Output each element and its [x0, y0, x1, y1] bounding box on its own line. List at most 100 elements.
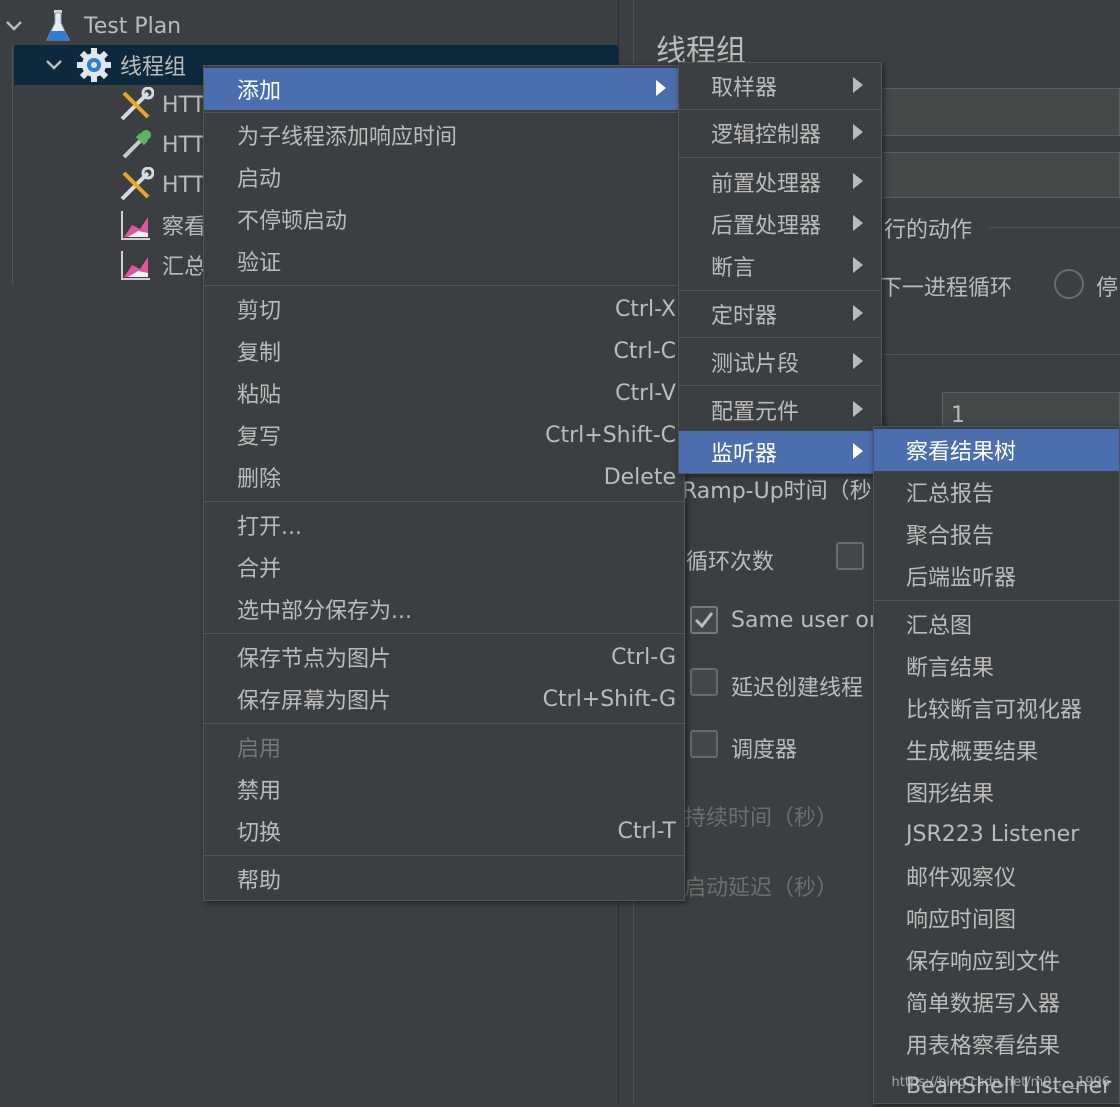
submenu-item-assertion[interactable]: 断言 — [679, 245, 881, 287]
menu-item-save-screen-image[interactable]: 保存屏幕为图片 Ctrl+Shift-G — [204, 678, 684, 720]
tree-node-test-plan[interactable]: Test Plan — [0, 6, 618, 46]
menu-item-label: 删除 — [237, 467, 282, 492]
submenu-item-test-fragment[interactable]: 测试片段 — [679, 341, 881, 383]
listener-item-summary-report[interactable]: 汇总报告 — [874, 471, 1119, 513]
submenu-item-sampler[interactable]: 取样器 — [679, 65, 881, 107]
menu-item-label: 添加 — [237, 79, 282, 104]
menu-item-paste[interactable]: 粘贴 Ctrl-V — [204, 372, 684, 414]
add-submenu: 取样器 逻辑控制器 前置处理器 后置处理器 断言 定时器 测试片段 配置元件 监… — [678, 62, 882, 474]
menu-item-duplicate[interactable]: 复写 Ctrl+Shift-C — [204, 414, 684, 456]
menu-item-validate[interactable]: 验证 — [204, 240, 684, 282]
listener-item-backend-listener[interactable]: 后端监听器 — [874, 555, 1119, 597]
submenu-item-post-processor[interactable]: 后置处理器 — [679, 203, 881, 245]
menu-item-start[interactable]: 启动 — [204, 156, 684, 198]
menu-item-label: 后端监听器 — [906, 566, 1017, 591]
chevron-down-icon[interactable] — [4, 16, 24, 36]
checkmark-icon — [694, 612, 714, 629]
menu-item-label: 打开... — [237, 515, 302, 540]
context-menu: 添加 为子线程添加响应时间 启动 不停顿启动 验证 剪切 Ctrl-X 复制 Ctr… — [203, 65, 685, 901]
menu-item-label: 邮件观察仪 — [906, 866, 1017, 891]
menu-item-label: 启动 — [237, 167, 282, 192]
submenu-arrow-icon — [853, 305, 863, 321]
submenu-item-config-element[interactable]: 配置元件 — [679, 389, 881, 431]
menu-item-help[interactable]: 帮助 — [204, 858, 684, 900]
menu-item-label: 为子线程添加响应时间 — [237, 125, 458, 150]
submenu-item-listener[interactable]: 监听器 — [679, 431, 881, 473]
tree-node-http-sampler-3[interactable]: HTT — [118, 165, 205, 205]
menu-item-disable[interactable]: 禁用 — [204, 768, 684, 810]
tree-node-summary[interactable]: 汇总 — [118, 245, 206, 285]
same-user-checkbox[interactable] — [690, 606, 718, 634]
submenu-item-pre-processor[interactable]: 前置处理器 — [679, 161, 881, 203]
listener-item-aggregate-report[interactable]: 聚合报告 — [874, 513, 1119, 555]
menu-item-label: 复写 — [237, 425, 282, 450]
listener-item-jsr223[interactable]: JSR223 Listener — [874, 813, 1119, 855]
menu-item-cut[interactable]: 剪切 Ctrl-X — [204, 288, 684, 330]
menu-item-label: 汇总报告 — [906, 482, 995, 507]
menu-item-label: 图形结果 — [906, 782, 995, 807]
scheduler-checkbox[interactable] — [690, 730, 718, 758]
menu-item-label: 响应时间图 — [906, 908, 1017, 933]
menu-separator — [204, 285, 684, 286]
infinite-loop-checkbox[interactable] — [836, 542, 864, 570]
menu-item-open[interactable]: 打开... — [204, 504, 684, 546]
menu-item-start-no-pause[interactable]: 不停顿启动 — [204, 198, 684, 240]
tree-node-http-sampler-1[interactable]: HTT — [118, 85, 205, 125]
menu-item-label: 保存屏幕为图片 — [237, 689, 392, 714]
submenu-arrow-icon — [853, 77, 863, 93]
listener-item-mailer[interactable]: 邮件观察仪 — [874, 855, 1119, 897]
submenu-item-logic-controller[interactable]: 逻辑控制器 — [679, 112, 881, 154]
menu-item-shortcut: Delete — [603, 464, 676, 490]
menu-item-toggle[interactable]: 切换 Ctrl-T — [204, 810, 684, 852]
menu-item-copy[interactable]: 复制 Ctrl-C — [204, 330, 684, 372]
tree-guide-line — [12, 44, 13, 284]
chevron-down-icon[interactable] — [44, 55, 64, 75]
listener-item-view-results-table[interactable]: 用表格察看结果 — [874, 1023, 1119, 1065]
listener-item-graph-results[interactable]: 图形结果 — [874, 771, 1119, 813]
menu-item-label: 前置处理器 — [711, 172, 822, 197]
menu-item-label: 定时器 — [711, 304, 778, 329]
menu-item-label: 测试片段 — [711, 352, 800, 377]
delay-thread-checkbox[interactable] — [690, 668, 718, 696]
menu-item-label: 后置处理器 — [711, 214, 822, 239]
menu-item-save-node-image[interactable]: 保存节点为图片 Ctrl-G — [204, 636, 684, 678]
stop-thread-radio[interactable] — [1054, 269, 1084, 299]
startup-delay-label: 启动延迟（秒） — [684, 876, 839, 901]
listener-item-response-time-graph[interactable]: 响应时间图 — [874, 897, 1119, 939]
submenu-item-timer[interactable]: 定时器 — [679, 293, 881, 335]
tree-node-view-results[interactable]: 察看 — [118, 205, 206, 245]
menu-separator — [679, 385, 881, 386]
menu-item-label: 逻辑控制器 — [711, 123, 822, 148]
tree-label-child: HTT — [162, 92, 206, 118]
menu-item-save-selection[interactable]: 选中部分保存为... — [204, 588, 684, 630]
menu-item-label: 切换 — [237, 821, 282, 846]
menu-item-label: 合并 — [237, 557, 282, 582]
thread-count-value: 1 — [951, 403, 965, 428]
listener-item-assertion-results[interactable]: 断言结果 — [874, 645, 1119, 687]
delay-thread-label: 延迟创建线程 — [731, 676, 864, 701]
menu-item-add-response-time[interactable]: 为子线程添加响应时间 — [204, 114, 684, 156]
submenu-arrow-icon — [853, 215, 863, 231]
submenu-arrow-icon — [853, 124, 863, 140]
menu-item-label: 保存节点为图片 — [237, 647, 392, 672]
menu-item-add[interactable]: 添加 — [204, 68, 684, 110]
pipette-icon — [122, 130, 151, 159]
menu-item-label: 保存响应到文件 — [906, 950, 1061, 975]
listener-item-view-results-tree[interactable]: 察看结果树 — [874, 429, 1119, 471]
menu-item-delete[interactable]: 删除 Delete — [204, 456, 684, 498]
listener-item-save-responses[interactable]: 保存响应到文件 — [874, 939, 1119, 981]
menu-separator — [204, 501, 684, 502]
menu-separator — [204, 855, 684, 856]
menu-item-label: 配置元件 — [711, 400, 800, 425]
listener-item-simple-data-writer[interactable]: 简单数据写入器 — [874, 981, 1119, 1023]
watermark: https://blog.csdn.net/m0_..._1996 — [891, 1075, 1110, 1090]
menu-item-shortcut: Ctrl-G — [611, 644, 676, 670]
listener-item-comparison-visualizer[interactable]: 比较断言可视化器 — [874, 687, 1119, 729]
tree-label-child: 汇总 — [162, 255, 207, 280]
listener-item-aggregate-graph[interactable]: 汇总图 — [874, 603, 1119, 645]
listener-item-generate-summary[interactable]: 生成概要结果 — [874, 729, 1119, 771]
menu-item-merge[interactable]: 合并 — [204, 546, 684, 588]
submenu-arrow-icon — [853, 353, 863, 369]
menu-item-shortcut: Ctrl-C — [613, 338, 676, 364]
tree-node-http-sampler-2[interactable]: HTT — [118, 125, 205, 165]
